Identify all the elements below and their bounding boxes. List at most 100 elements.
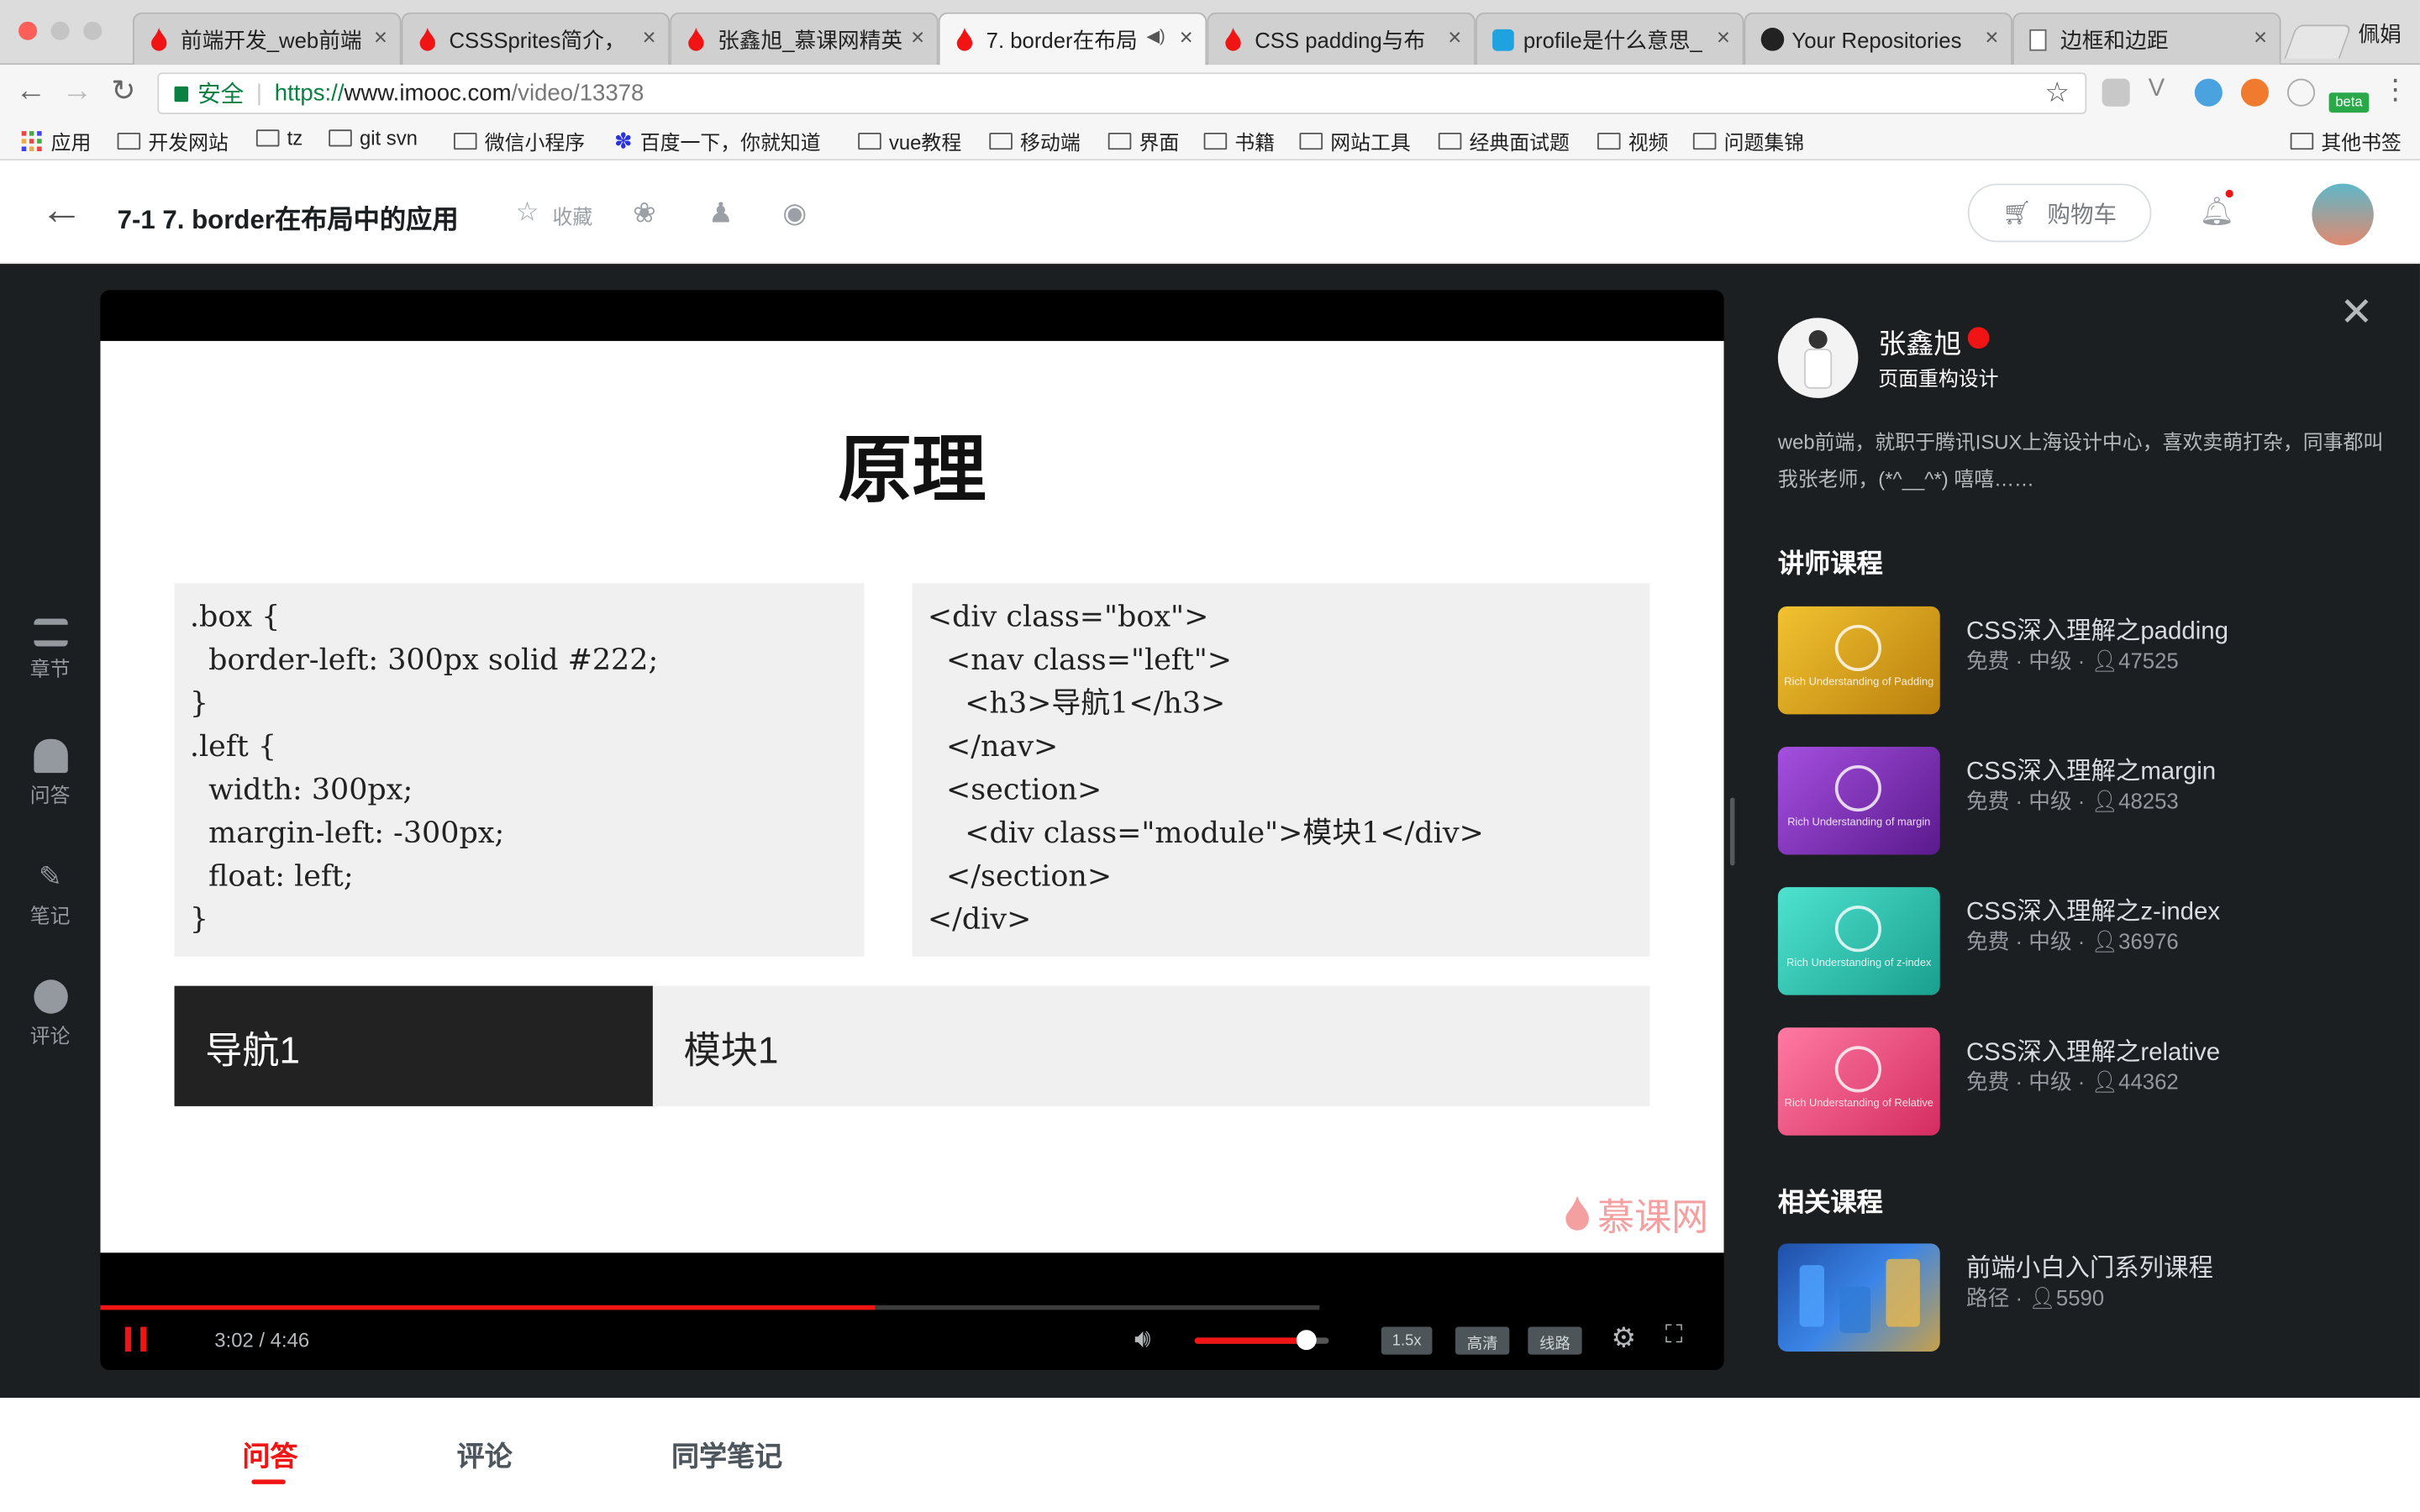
close-tab-icon[interactable]: × — [1985, 24, 1998, 50]
bookmark-folder[interactable]: vue教程 — [858, 127, 961, 156]
route-button[interactable]: 线路 — [1528, 1326, 1582, 1355]
panel-resize-handle[interactable] — [1729, 797, 1735, 866]
course-card[interactable]: Rich Understanding of Padding CSS深入理解之pa… — [1777, 606, 2396, 717]
bookmark-folder[interactable]: 微信小程序 — [453, 127, 585, 156]
bookmark-folder[interactable]: 移动端 — [989, 127, 1081, 156]
back-arrow-icon[interactable]: ← — [15, 74, 46, 109]
nav-qa[interactable]: 问答 — [0, 738, 100, 809]
course-meta: 路径 · 👤︎5590 — [1965, 1284, 2105, 1310]
quality-button[interactable]: 高清 — [1455, 1326, 1510, 1355]
bookmark-apps[interactable]: 应用 — [21, 127, 91, 156]
profile-name[interactable]: 佩娟 — [2358, 18, 2401, 50]
browser-tab[interactable]: 边框和边距 × — [2012, 12, 2281, 66]
progress-played — [100, 1305, 875, 1310]
video-frame: 原理 .box { border-left: 300px solid #222;… — [100, 340, 1724, 1253]
vimeo-v-icon[interactable]: V — [2149, 76, 2176, 103]
extension-circle-icon[interactable] — [2286, 78, 2316, 107]
bookmark-other[interactable]: 其他书签 — [2290, 127, 2402, 156]
notification-bell-icon[interactable]: 🔔︎ — [2199, 196, 2234, 228]
zoom-window-button[interactable] — [83, 21, 103, 40]
bookmark-label: vue教程 — [888, 131, 962, 155]
bookmark-folder[interactable]: 界面 — [1107, 127, 1179, 156]
bookmark-folder[interactable]: 经典面试题 — [1438, 127, 1570, 156]
nav-comments[interactable]: 评论 — [0, 979, 100, 1049]
video-player[interactable]: 原理 .box { border-left: 300px solid #222;… — [100, 290, 1724, 1370]
volume-icon[interactable]: 🔊︎ — [1134, 1324, 1151, 1355]
browser-tab[interactable]: profile是什么意思_ × — [1475, 12, 1744, 66]
bookmark-folder[interactable]: tz — [255, 127, 302, 150]
close-tab-icon[interactable]: × — [2254, 24, 2267, 50]
bookmark-folder[interactable]: git svn — [329, 127, 418, 150]
nav-notes[interactable]: ✎ 笔记 — [0, 859, 100, 929]
pause-icon[interactable] — [124, 1326, 147, 1352]
nav-label: 笔记 — [29, 904, 71, 927]
bookmark-folder[interactable]: 问题集锦 — [1692, 127, 1804, 156]
favorite-star-icon[interactable]: ☆ — [515, 197, 539, 228]
address-bar[interactable]: 安全 | https:// www.imooc.com /video/13378… — [157, 72, 2087, 114]
bookmark-star-icon[interactable]: ☆ — [2044, 77, 2070, 110]
related-course-card[interactable]: 前端小白入门系列课程 路径 · 👤︎5590 — [1777, 1243, 2396, 1354]
course-card[interactable]: Rich Understanding of z-index CSS深入理解之z-… — [1777, 887, 2396, 998]
wechat-share-icon[interactable]: ❀ — [633, 197, 656, 230]
close-tab-icon[interactable]: × — [374, 24, 387, 50]
extension-orange-icon[interactable] — [2240, 78, 2269, 107]
volume-slider[interactable] — [1194, 1330, 1329, 1351]
minimize-window-button[interactable] — [50, 21, 70, 40]
weibo-share-icon[interactable]: ◉ — [782, 197, 807, 230]
close-tab-icon[interactable]: × — [911, 24, 924, 50]
qq-share-icon[interactable]: ♟ — [708, 197, 734, 230]
tab-student-notes[interactable]: 同学笔记 — [671, 1435, 782, 1475]
fullscreen-icon[interactable]: ⛶ — [1665, 1322, 1683, 1350]
browser-tab[interactable]: CSS padding与布 × — [1207, 12, 1476, 66]
tab-qa[interactable]: 问答 — [242, 1435, 297, 1475]
document-icon — [2029, 29, 2047, 51]
user-icon: 👤︎ — [2091, 1068, 2119, 1095]
course-title: 前端小白入门系列课程 — [1965, 1256, 2213, 1283]
close-tab-icon[interactable]: × — [1717, 24, 1730, 50]
bookmark-folder[interactable]: 网站工具 — [1299, 127, 1411, 156]
browser-tab[interactable]: 张鑫旭_慕课网精英 × — [670, 12, 939, 66]
cart-button[interactable]: 🛒︎ 购物车 — [1967, 183, 2152, 243]
speaker-icon[interactable]: ◀) — [1146, 26, 1165, 46]
forward-arrow-icon[interactable]: → — [61, 74, 92, 109]
course-meta: 免费 · 中级 · 👤︎44362 — [1965, 1068, 2179, 1095]
back-arrow-icon[interactable]: ← — [40, 185, 83, 234]
new-tab-button[interactable] — [2284, 24, 2353, 59]
close-tab-icon[interactable]: × — [642, 24, 655, 50]
course-card[interactable]: Rich Understanding of Relative CSS深入理解之r… — [1777, 1027, 2396, 1138]
browser-tab[interactable]: CSSSprites简介， × — [401, 12, 671, 66]
folder-icon — [989, 132, 1013, 150]
beta-extension-badge[interactable]: beta — [2328, 92, 2370, 113]
tab-comments[interactable]: 评论 — [457, 1435, 513, 1475]
speed-button[interactable]: 1.5x — [1381, 1326, 1433, 1355]
close-window-button[interactable] — [18, 21, 38, 40]
menu-dots-icon[interactable]: ⋮ — [2381, 74, 2409, 107]
extension-icon[interactable] — [2102, 78, 2130, 107]
imooc-watermark: 慕课网 — [1564, 1186, 1708, 1240]
teacher-avatar[interactable] — [1777, 318, 1859, 398]
close-tab-icon[interactable]: × — [1448, 24, 1461, 50]
browser-tab[interactable]: 前端开发_web前端 × — [132, 12, 402, 66]
url-scheme: https:// — [274, 80, 345, 107]
favorite-button[interactable]: 收藏 — [553, 201, 593, 230]
browser-tab-active[interactable]: 7. border在布局 ◀) × — [938, 12, 1207, 66]
user-avatar[interactable] — [2312, 183, 2374, 246]
folder-icon — [1438, 132, 1462, 150]
close-tab-icon[interactable]: × — [1180, 24, 1193, 50]
settings-gear-icon[interactable]: ⚙ — [1612, 1322, 1637, 1355]
reload-icon[interactable]: ↻ — [111, 74, 135, 109]
bookmark-folder[interactable]: 视频 — [1597, 127, 1669, 156]
notification-dot — [2225, 189, 2233, 198]
extension-blue-icon[interactable] — [2194, 78, 2223, 107]
course-card[interactable]: Rich Understanding of margin CSS深入理解之mar… — [1777, 746, 2396, 858]
bookmark-folder[interactable]: 书籍 — [1203, 127, 1275, 156]
volume-knob[interactable] — [1297, 1330, 1318, 1351]
qa-icon — [33, 738, 67, 774]
browser-tab[interactable]: Your Repositories × — [1744, 12, 2013, 66]
nav-chapters[interactable]: 章节 — [0, 618, 100, 682]
progress-bar[interactable] — [100, 1305, 1320, 1310]
teacher-name[interactable]: 张鑫旭 — [1878, 323, 1961, 363]
imooc-flame-icon — [1565, 1194, 1589, 1230]
bookmark-baidu[interactable]: ✽ 百度一下，你就知道 — [614, 127, 821, 156]
bookmark-folder[interactable]: 开发网站 — [117, 127, 229, 156]
